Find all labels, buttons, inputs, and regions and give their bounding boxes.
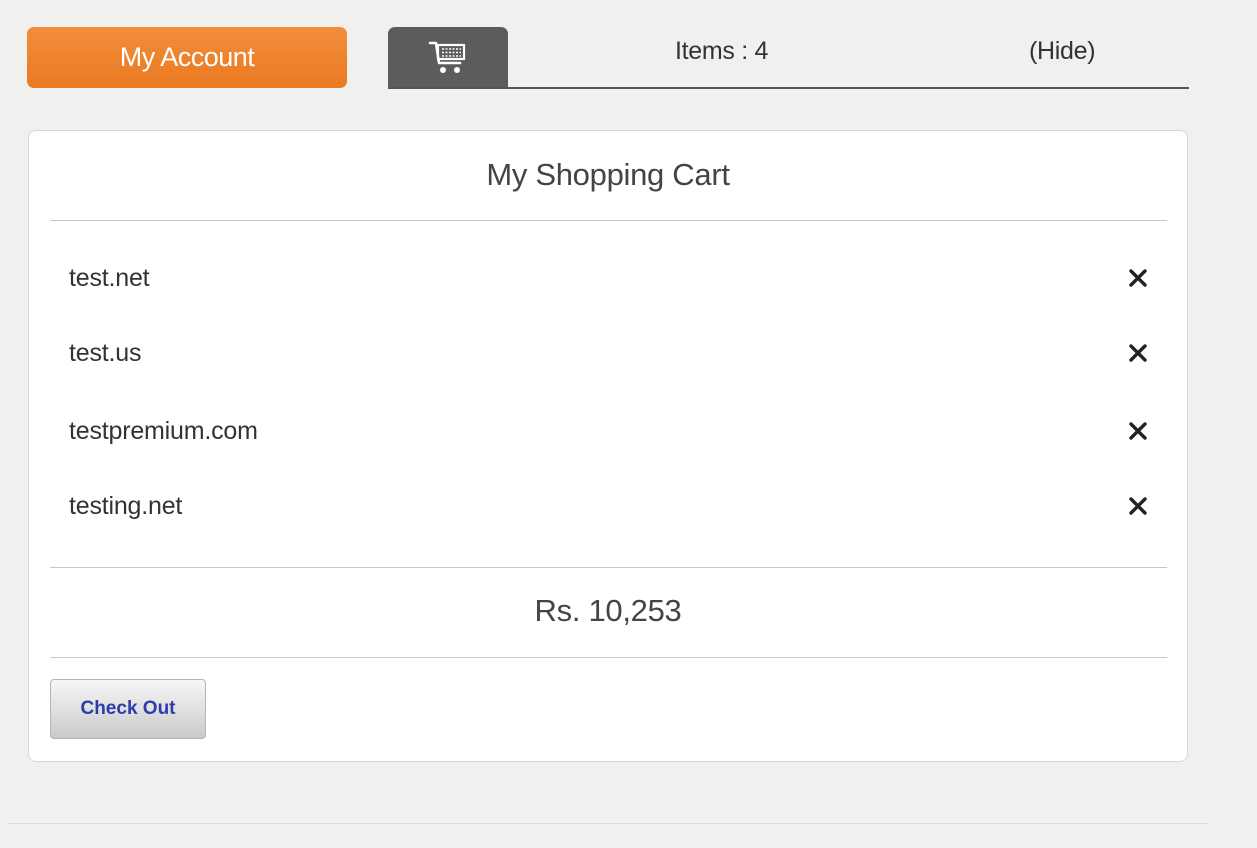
cart-title: My Shopping Cart xyxy=(486,157,730,192)
shopping-cart-panel: My Shopping Cart test.net test.us testpr… xyxy=(28,130,1188,762)
cart-tab[interactable] xyxy=(388,27,508,89)
close-icon[interactable] xyxy=(1127,495,1149,517)
cart-item: test.us xyxy=(69,333,1149,373)
hide-cart-link[interactable]: (Hide) xyxy=(1029,37,1096,66)
tab-underline xyxy=(388,87,1189,89)
close-icon[interactable] xyxy=(1127,267,1149,289)
cart-item: test.net xyxy=(69,258,1149,298)
cart-item-name: test.net xyxy=(69,264,150,292)
top-bar: My Account Items : 4 (Hide) xyxy=(27,27,1189,89)
cart-item: testpremium.com xyxy=(69,411,1149,451)
checkout-button[interactable]: Check Out xyxy=(50,679,206,739)
cart-item-name: test.us xyxy=(69,339,142,367)
cart-item-name: testpremium.com xyxy=(69,417,258,445)
title-divider xyxy=(50,220,1167,221)
shopping-cart-icon xyxy=(428,41,466,73)
close-icon[interactable] xyxy=(1127,342,1149,364)
cart-items-count: Items : 4 xyxy=(675,37,769,65)
cart-item-name: testing.net xyxy=(69,492,183,520)
cart-item: testing.net xyxy=(69,486,1149,526)
items-divider xyxy=(50,567,1167,568)
close-icon[interactable] xyxy=(1127,420,1149,442)
footer-divider xyxy=(8,823,1208,824)
total-divider xyxy=(50,657,1167,658)
my-account-button[interactable]: My Account xyxy=(27,27,347,88)
cart-total: Rs. 10,253 xyxy=(534,593,682,628)
